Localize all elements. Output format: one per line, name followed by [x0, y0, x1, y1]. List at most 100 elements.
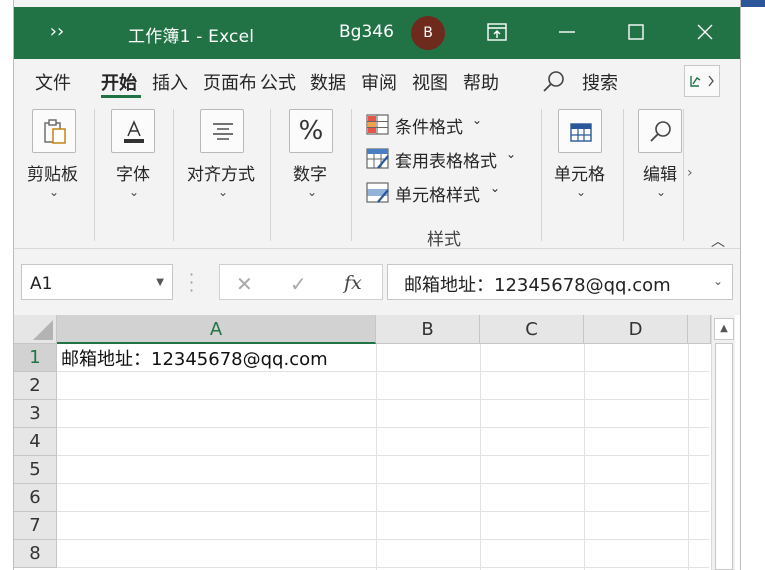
clipboard-icon	[44, 119, 66, 144]
tab-file[interactable]: 文件	[35, 69, 71, 95]
tab-data[interactable]: 数据	[310, 69, 346, 95]
row-header-4[interactable]: 4	[14, 428, 57, 456]
format-as-table-icon	[366, 148, 389, 169]
column-gridline	[376, 344, 377, 570]
row-header-7[interactable]: 7	[14, 512, 57, 540]
tab-help[interactable]: 帮助	[463, 69, 499, 95]
search-label[interactable]: 搜索	[582, 69, 618, 95]
cells-button[interactable]	[558, 109, 602, 153]
cell-a1[interactable]: 邮箱地址：12345678@qq.com	[59, 345, 328, 371]
scroll-up-button[interactable]: ▲	[714, 318, 734, 340]
maximize-icon	[628, 24, 644, 40]
user-name[interactable]: Bg346	[339, 22, 394, 42]
column-gridline	[480, 344, 481, 570]
column-header-c[interactable]: C	[480, 315, 584, 344]
ribbon-separator	[94, 109, 95, 241]
number-dropdown-icon[interactable]: ⌄	[307, 185, 317, 199]
ribbon-display-icon	[487, 23, 507, 41]
select-all-button[interactable]	[14, 315, 57, 344]
column-header-a[interactable]: A	[57, 315, 376, 344]
collapse-ribbon-icon[interactable]: ︿	[711, 231, 725, 251]
table-row[interactable]	[57, 484, 709, 512]
formula-bar-resize-handle[interactable]: · · ·	[189, 267, 194, 299]
expand-formula-bar-icon[interactable]: ⌄	[713, 274, 723, 288]
cancel-icon[interactable]: ✕	[236, 272, 253, 296]
name-box[interactable]: A1 ▼	[21, 264, 173, 300]
font-label[interactable]: 字体	[116, 160, 150, 185]
column-gridline	[584, 344, 585, 570]
row-header-8[interactable]: 8	[14, 540, 57, 568]
ribbon-separator	[623, 109, 624, 241]
avatar[interactable]: B	[411, 16, 445, 50]
conditional-format-label: 条件格式	[395, 118, 463, 138]
name-box-value: A1	[30, 274, 53, 294]
chevron-down-icon[interactable]: ▼	[156, 277, 164, 288]
background-right	[741, 0, 765, 570]
chevron-down-icon: ⌄	[472, 113, 483, 127]
tab-page-layout[interactable]: 页面布	[203, 69, 255, 95]
cells-dropdown-icon[interactable]: ⌄	[576, 185, 586, 199]
tab-review[interactable]: 审阅	[361, 69, 397, 95]
cells-label[interactable]: 单元格	[554, 160, 605, 185]
table-row[interactable]	[57, 540, 709, 568]
align-center-icon	[213, 123, 233, 140]
tab-formulas[interactable]: 公式	[260, 69, 296, 95]
table-row[interactable]	[57, 512, 709, 540]
quick-access-overflow-button[interactable]: ››	[48, 21, 66, 42]
row-header-5[interactable]: 5	[14, 456, 57, 484]
table-row[interactable]	[57, 456, 709, 484]
font-button[interactable]	[111, 109, 155, 153]
formula-bar: A1 ▼ · · · ✕ ✓ fx 邮箱地址：12345678@qq.com ⌄	[14, 249, 740, 315]
ribbon-more-icon[interactable]: ›	[687, 165, 693, 181]
table-row[interactable]	[57, 400, 709, 428]
select-all-icon	[33, 320, 53, 340]
minimize-button[interactable]	[544, 15, 590, 51]
formula-content: 邮箱地址：12345678@qq.com	[404, 275, 671, 296]
clipboard-button[interactable]	[32, 109, 76, 153]
alignment-dropdown-icon[interactable]: ⌄	[218, 185, 228, 199]
number-format-button[interactable]: %	[289, 109, 333, 153]
row-header-2[interactable]: 2	[14, 372, 57, 400]
table-row[interactable]	[57, 428, 709, 456]
format-as-table-label: 套用表格格式	[395, 152, 497, 172]
editing-button[interactable]	[638, 109, 682, 153]
active-tab-indicator	[101, 95, 141, 98]
insert-function-button[interactable]: fx	[344, 272, 362, 294]
chevron-down-icon: ⌄	[506, 147, 517, 161]
column-header-d[interactable]: D	[584, 315, 688, 344]
scrollbar-thumb[interactable]	[715, 343, 733, 570]
formula-input[interactable]: 邮箱地址：12345678@qq.com ⌄	[387, 264, 733, 300]
row-header-6[interactable]: 6	[14, 484, 57, 512]
ribbon-separator	[270, 109, 271, 241]
column-gridline	[688, 344, 689, 570]
ribbon-display-options-button[interactable]	[474, 15, 520, 51]
tab-view[interactable]: 视图	[412, 69, 448, 95]
ribbon-home: 剪贴板 ⌄ 字体 ⌄ 对齐方式 ⌄ % 数字 ⌄ 条件格式 ⌄ 套用表格格式 ⌄…	[14, 103, 740, 251]
ribbon-scroll-right-button[interactable]	[684, 65, 720, 97]
alignment-label[interactable]: 对齐方式	[187, 160, 255, 185]
clipboard-label[interactable]: 剪贴板	[27, 160, 78, 185]
close-button[interactable]	[682, 15, 728, 51]
vertical-scrollbar[interactable]: ▲	[711, 315, 735, 570]
chevron-down-icon: ⌄	[490, 181, 501, 195]
enter-icon[interactable]: ✓	[290, 272, 307, 296]
search-icon[interactable]	[542, 70, 566, 94]
number-label[interactable]: 数字	[293, 160, 327, 185]
excel-window: ›› 工作簿1 - Excel Bg346 B 文件 开始 插入 页面布 公式 …	[13, 0, 741, 570]
editing-dropdown-icon[interactable]: ⌄	[656, 185, 666, 199]
alignment-button[interactable]	[200, 109, 244, 153]
tab-insert[interactable]: 插入	[152, 69, 188, 95]
editing-label[interactable]: 编辑	[643, 160, 677, 185]
table-row[interactable]	[57, 372, 709, 400]
worksheet-grid: A B C D 1 2 3 4 5 6 7 8 邮箱地址：12345678@qq…	[14, 315, 740, 570]
row-header-3[interactable]: 3	[14, 400, 57, 428]
column-header-e-partial[interactable]	[688, 315, 711, 344]
column-header-b[interactable]: B	[376, 315, 480, 344]
row-header-1[interactable]: 1	[14, 344, 57, 372]
close-icon	[697, 24, 713, 40]
font-dropdown-icon[interactable]: ⌄	[129, 185, 139, 199]
title-bar: ›› 工作簿1 - Excel Bg346 B	[14, 7, 740, 59]
maximize-button[interactable]	[613, 15, 659, 51]
clipboard-dropdown-icon[interactable]: ⌄	[49, 185, 59, 199]
tab-home[interactable]: 开始	[101, 69, 137, 95]
